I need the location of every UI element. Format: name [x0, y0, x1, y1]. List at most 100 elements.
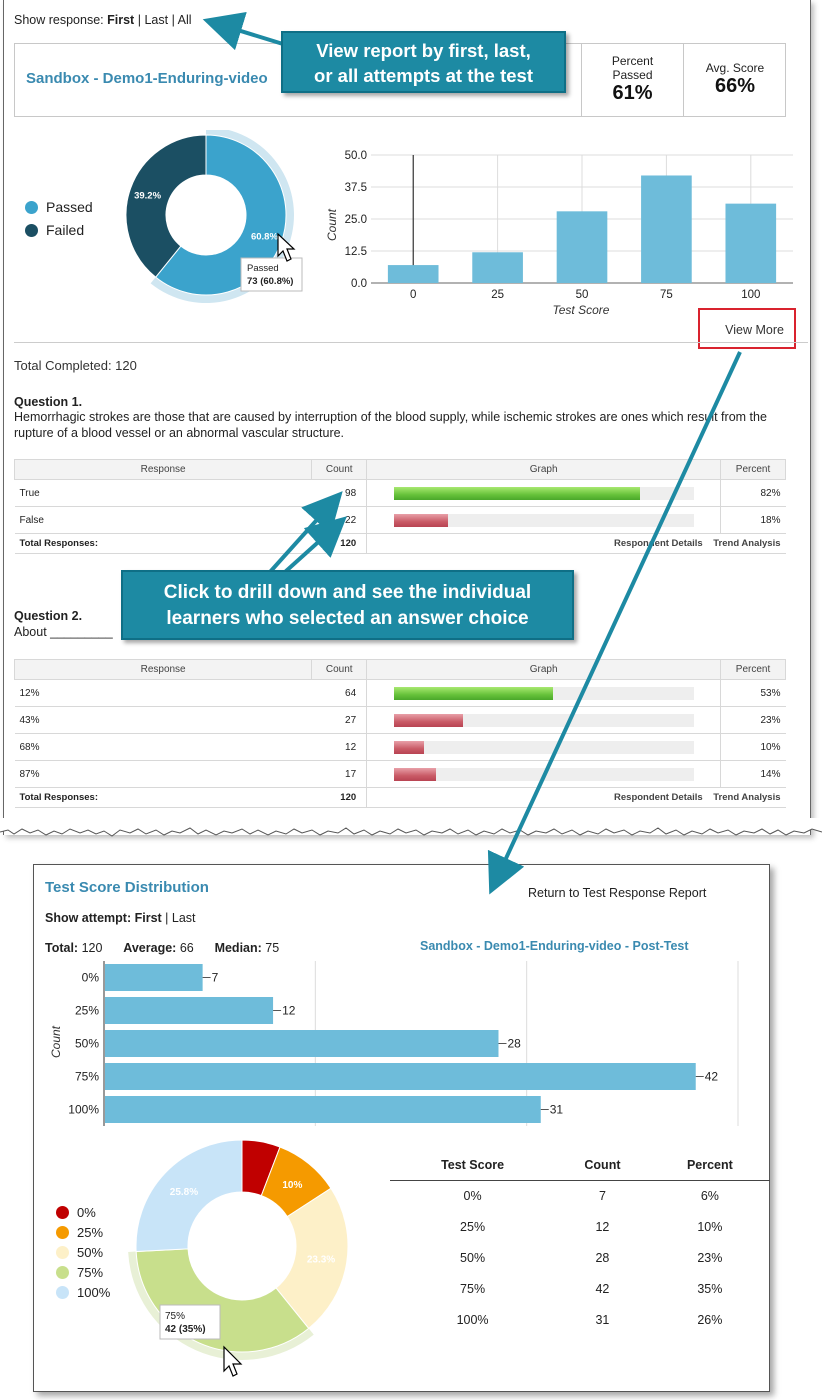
attempt-last-link[interactable]: Last: [172, 911, 196, 925]
bar-score-75[interactable]: [641, 175, 692, 283]
show-all-link[interactable]: All: [178, 13, 192, 27]
count-drilldown-link[interactable]: 64: [311, 679, 368, 707]
table-row: 25% 12 10%: [460, 1219, 723, 1234]
legend-dot: [56, 1266, 69, 1279]
question-2-title: Question 2.: [14, 609, 83, 623]
torn-page-edge: [0, 818, 822, 837]
test-score-bar-chart: 0.0 12.5 25.0 37.5 50.0 0 25 50 75 100 Count Test…: [325, 150, 793, 317]
bar-data-label: 42: [705, 1070, 719, 1084]
respondent-details-link[interactable]: Respondent Details: [614, 792, 703, 803]
count-drilldown-link[interactable]: 12: [311, 733, 368, 761]
count-drilldown-link[interactable]: 22: [311, 506, 368, 534]
pass-fail-donut-chart: 60.8% 39.2% Passed 73 (60.8%): [125, 130, 303, 303]
legend-dot-failed: [25, 223, 38, 237]
legend-item-50[interactable]: 50%: [56, 1245, 110, 1260]
x-tick-label: 25: [491, 289, 504, 301]
pass-fail-legend: Passed Failed: [25, 199, 93, 238]
table-row: False 22 18%: [14, 506, 786, 534]
question-1-title: Question 1.: [14, 395, 83, 409]
y-tick-label: 50%: [75, 1037, 99, 1051]
total-responses-row: Total Responses: 120 Respondent Details …: [14, 787, 786, 808]
bar-score-0[interactable]: [105, 964, 203, 991]
percent-passed-card: Percent Passed 61%: [581, 43, 683, 117]
legend-dot: [56, 1226, 69, 1239]
section-divider: [14, 342, 808, 343]
y-tick-label: 100%: [68, 1103, 99, 1117]
question-1-text: Hemorrhagic strokes are those that are c…: [14, 410, 767, 440]
bar-score-50[interactable]: [556, 211, 608, 283]
pie-slice-label: 25.8%: [170, 1187, 198, 1198]
y-tick-label: 75%: [75, 1070, 99, 1084]
x-tick-label: 100: [741, 289, 760, 301]
respondent-details-link[interactable]: Respondent Details: [614, 538, 703, 549]
legend-item-100[interactable]: 100%: [56, 1285, 110, 1300]
table-row: 75% 42 35%: [460, 1281, 723, 1296]
score-distribution-bar-chart: 0% 7 25% 12 50% 28 75% 42 100% 31 Count: [49, 961, 739, 1126]
total-completed: Total Completed: 120: [14, 358, 137, 373]
pie-tooltip-75: 75% 42 (35%): [159, 1304, 221, 1340]
show-last-link[interactable]: Last: [144, 13, 168, 27]
legend-dot-passed: [25, 200, 38, 214]
response-bar-fill: [394, 713, 464, 727]
attempt-first-link[interactable]: First: [135, 911, 162, 925]
y-tick-label: 0.0: [351, 278, 367, 290]
question-1-response-table: Response Count Graph Percent True 98 82%…: [13, 459, 786, 554]
legend-label: 0%: [77, 1205, 96, 1220]
legend-label: 25%: [77, 1225, 104, 1240]
bar-score-50[interactable]: [105, 1030, 499, 1057]
question-2-response-table: Response Count Graph Percent 12% 64 53% …: [13, 659, 786, 808]
response-bar-fill: [394, 513, 449, 527]
bar-score-25[interactable]: [105, 997, 274, 1024]
y-tick-label: 25.0: [345, 214, 367, 226]
x-tick-label: 50: [576, 289, 589, 301]
show-attempt-selector: Show attempt: First | Last: [45, 911, 196, 925]
table-row: 87% 17 14%: [14, 760, 786, 788]
legend-label: 50%: [77, 1245, 104, 1260]
table-row: 100% 31 26%: [456, 1312, 723, 1327]
legend-label: 100%: [77, 1285, 111, 1300]
bar-score-0[interactable]: [387, 265, 439, 283]
x-tick-label: 0: [410, 289, 416, 301]
show-response-selector: Show response: First | Last | All: [14, 13, 192, 27]
response-bar: [394, 740, 695, 754]
y-tick-label: 0%: [82, 971, 100, 985]
bar-score-100[interactable]: [725, 203, 777, 283]
response-bar-fill: [394, 686, 554, 700]
score-distribution-donut-chart: 10% 23.3% 25.8% 75% 42 (35%): [128, 1140, 349, 1377]
table-row: 0% 7 6%: [463, 1188, 719, 1203]
bar-score-100[interactable]: [105, 1096, 541, 1123]
trend-analysis-link[interactable]: Trend Analysis: [713, 538, 780, 549]
bar-score-25[interactable]: [472, 252, 523, 283]
count-drilldown-link[interactable]: 98: [311, 479, 368, 507]
show-first-link[interactable]: First: [107, 13, 134, 27]
y-tick-label: 12.5: [345, 246, 367, 258]
distribution-pie-legend: 0% 25% 50% 75% 100%: [56, 1205, 110, 1305]
percent-passed-value: 61%: [612, 82, 653, 104]
svg-text:42 (35%): 42 (35%): [165, 1324, 206, 1335]
pie-slice-label: 23.3%: [307, 1255, 335, 1266]
response-bar-fill: [394, 740, 425, 754]
legend-item-0[interactable]: 0%: [56, 1205, 110, 1220]
total-responses-row: Total Responses: 120 Respondent Details …: [14, 533, 786, 554]
x-axis-label: Test Score: [553, 303, 610, 317]
trend-analysis-link[interactable]: Trend Analysis: [713, 792, 780, 803]
count-axis-label: Count: [49, 1025, 63, 1058]
return-to-report-link[interactable]: Return to Test Response Report: [528, 886, 706, 900]
legend-passed[interactable]: Passed: [25, 199, 93, 215]
legend-dot: [56, 1206, 69, 1219]
svg-text:Passed: Passed: [247, 263, 279, 274]
count-drilldown-link[interactable]: 27: [311, 706, 368, 734]
y-axis-label: Count: [325, 208, 339, 241]
response-bar: [394, 713, 695, 727]
response-bar: [394, 513, 695, 527]
question-2-text: About _________: [14, 625, 113, 639]
callout-drill-down: Click to drill down and see the individu…: [121, 570, 574, 640]
bar-score-75[interactable]: [105, 1063, 696, 1090]
y-tick-label: 25%: [75, 1004, 99, 1018]
x-tick-label: 75: [660, 289, 673, 301]
legend-item-25[interactable]: 25%: [56, 1225, 110, 1240]
legend-failed[interactable]: Failed: [25, 222, 93, 238]
legend-item-75[interactable]: 75%: [56, 1265, 110, 1280]
table-row: True 98 82%: [14, 479, 786, 507]
count-drilldown-link[interactable]: 17: [311, 760, 368, 788]
